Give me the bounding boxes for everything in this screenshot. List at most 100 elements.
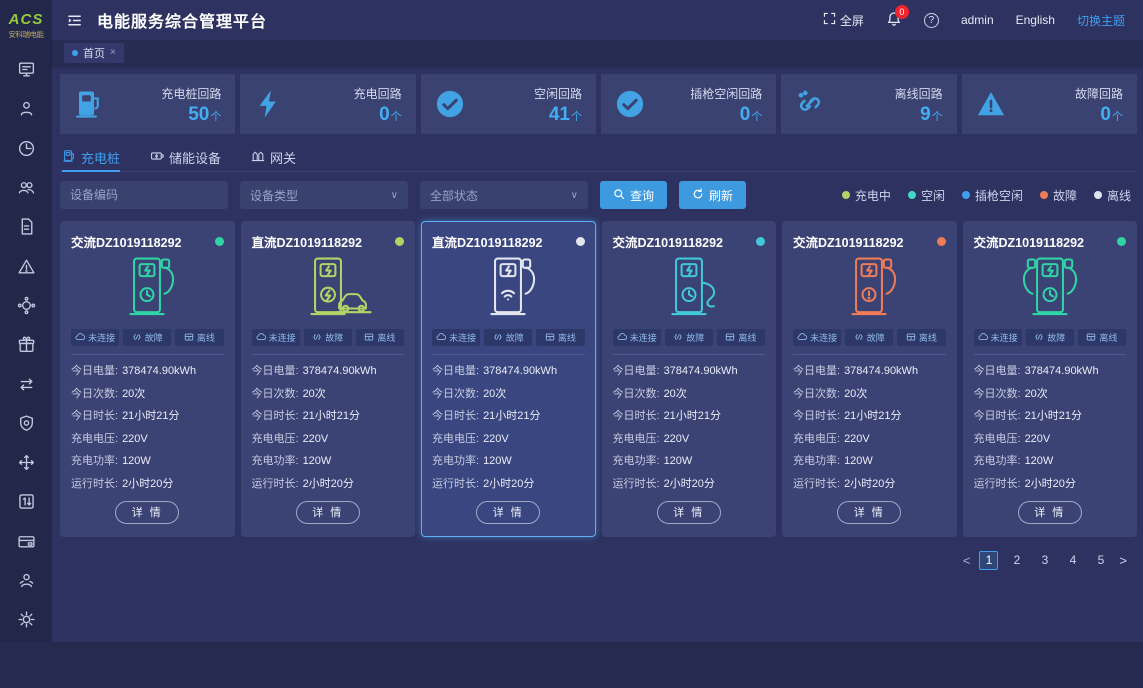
page-number[interactable]: 2 bbox=[1007, 551, 1026, 570]
cloud-icon bbox=[978, 332, 988, 344]
sort-number-icon bbox=[17, 492, 36, 516]
cloud-icon bbox=[436, 332, 447, 344]
refresh-button[interactable]: 刷新 bbox=[679, 181, 747, 209]
status-chips: 未连接 故障 离线 bbox=[973, 329, 1127, 355]
page-number[interactable]: 1 bbox=[979, 551, 999, 570]
sidebar-item-transfer[interactable] bbox=[0, 367, 52, 406]
chip-offline: 离线 bbox=[175, 329, 224, 346]
prev-page-arrow[interactable]: < bbox=[963, 553, 971, 568]
pile-body bbox=[490, 257, 526, 316]
cloud-icon bbox=[256, 332, 266, 344]
detail-button[interactable]: 详 情 bbox=[476, 501, 541, 524]
detail-button[interactable]: 详 情 bbox=[115, 501, 180, 524]
search-button[interactable]: 查询 bbox=[600, 181, 668, 209]
menu-fold-icon[interactable] bbox=[66, 12, 83, 29]
stat-row: 运行时长: 2小时20分 bbox=[612, 477, 715, 490]
sidebar-item-sort[interactable] bbox=[0, 485, 52, 524]
sidebar-item-settings[interactable] bbox=[0, 603, 52, 642]
stat-label: 空闲回路 bbox=[533, 86, 582, 101]
device-title: 交流DZ1019118292 bbox=[973, 236, 1085, 250]
cloud-icon bbox=[617, 332, 627, 344]
broken-link-icon bbox=[1034, 332, 1044, 344]
user-menu[interactable]: admin bbox=[961, 13, 994, 27]
status-select[interactable]: 全部状态 ∨ bbox=[420, 181, 588, 209]
page-number[interactable]: 4 bbox=[1063, 551, 1082, 570]
chip-fault: 故障 bbox=[123, 329, 172, 346]
chip-unconnected: 未连接 bbox=[432, 329, 481, 346]
tag-close-icon[interactable]: × bbox=[110, 47, 116, 58]
stat-row: 今日电量: 378474.90kWh bbox=[612, 365, 738, 377]
pile-body bbox=[671, 257, 707, 316]
device-card[interactable]: 交流DZ1019118292 未连接 故障 离线 今日电量: 378474.90… bbox=[782, 221, 957, 537]
chip-unconnected: 未连接 bbox=[71, 329, 120, 346]
legend-label: 故障 bbox=[1052, 188, 1077, 203]
sidebar-item-move[interactable] bbox=[0, 446, 52, 485]
topbar-actions: 全屏 0 ? admin English 切换主题 bbox=[823, 4, 1125, 30]
stat-row: 充电功率: 120W bbox=[432, 455, 512, 467]
sidebar-item-monitor[interactable] bbox=[0, 53, 52, 92]
legend-dot bbox=[907, 191, 916, 199]
chip-offline: 离线 bbox=[897, 329, 946, 346]
sidebar-item-users[interactable] bbox=[0, 170, 52, 209]
device-tab[interactable]: 储能设备 bbox=[150, 143, 221, 171]
sidebar-item-shield[interactable] bbox=[0, 406, 52, 445]
tab-icon bbox=[251, 149, 265, 166]
detail-button[interactable]: 详 情 bbox=[295, 501, 360, 524]
pile-body bbox=[1032, 257, 1068, 316]
chip-fault: 故障 bbox=[484, 329, 533, 346]
sidebar-item-billing[interactable] bbox=[0, 524, 52, 563]
device-card[interactable]: 交流DZ1019118292 未连接 故障 离线 今日电量: 378474.90… bbox=[60, 221, 235, 537]
language-switch[interactable]: English bbox=[1016, 13, 1055, 27]
stat-row: 运行时长: 2小时20分 bbox=[71, 477, 174, 490]
cloud-icon bbox=[797, 332, 808, 344]
sidebar-item-network[interactable] bbox=[0, 288, 52, 327]
network-icon bbox=[17, 296, 36, 320]
detail-button[interactable]: 详 情 bbox=[837, 501, 902, 524]
page-number[interactable]: 3 bbox=[1035, 551, 1054, 570]
sidebar-item-clock[interactable] bbox=[0, 131, 52, 170]
device-card[interactable]: 直流DZ1019118292 未连接 故障 离线 今日电量: 378474.90… bbox=[421, 221, 596, 537]
status-dot bbox=[214, 237, 224, 246]
help-icon[interactable]: ? bbox=[923, 12, 939, 28]
device-card[interactable]: 交流DZ1019118292 未连接 故障 离线 今日电量: 378474.90… bbox=[601, 221, 776, 537]
device-card[interactable]: 交流DZ1019118292 未连接 故障 离线 今日电量: 378474.90… bbox=[962, 221, 1137, 537]
chevron-down-icon: ∨ bbox=[570, 189, 578, 201]
stat-label: 充电桩回路 bbox=[161, 86, 222, 101]
device-code-input[interactable] bbox=[60, 181, 228, 209]
logo: ACS 安科瑞电能 bbox=[0, 0, 52, 51]
device-stats: 今日电量: 378474.90kWh 今日次数: 20次 今日时长: 21小时21分 … bbox=[974, 355, 1127, 495]
sidebar-item-document[interactable] bbox=[0, 210, 52, 249]
sidebar-item-alert[interactable] bbox=[0, 249, 52, 288]
chip-unconnected: 未连接 bbox=[973, 329, 1022, 346]
broken-link-icon bbox=[493, 332, 503, 344]
next-page-arrow[interactable]: > bbox=[1119, 553, 1127, 568]
chip-fault: 故障 bbox=[1025, 329, 1074, 346]
breadcrumb-tag-home[interactable]: 首页 × bbox=[64, 42, 124, 63]
stat-row: 充电功率: 120W bbox=[251, 455, 332, 467]
page-title: 电能服务综合管理平台 bbox=[97, 14, 268, 31]
card-header: 交流DZ1019118292 bbox=[793, 232, 946, 251]
device-tab[interactable]: 网关 bbox=[251, 143, 296, 171]
stat-row: 今日次数: 20次 bbox=[793, 387, 868, 400]
notification-bell[interactable]: 0 bbox=[886, 4, 909, 30]
charging-pile-illustration bbox=[252, 251, 405, 329]
broken-link-icon bbox=[673, 332, 683, 344]
sidebar-item-user[interactable] bbox=[0, 92, 52, 131]
device-card[interactable]: 直流DZ1019118292 未连接 故障 离线 今日电量: 378474.90… bbox=[240, 221, 415, 537]
status-chips: 未连接 故障 离线 bbox=[251, 329, 405, 355]
sidebar-item-person[interactable] bbox=[0, 563, 52, 602]
detail-button[interactable]: 详 情 bbox=[1017, 501, 1082, 524]
device-tab[interactable]: 充电桩 bbox=[62, 143, 121, 172]
detail-button[interactable]: 详 情 bbox=[656, 501, 721, 524]
status-chips: 未连接 故障 离线 bbox=[612, 329, 766, 355]
sidebar-item-gift[interactable] bbox=[0, 328, 52, 367]
theme-switch-link[interactable]: 切换主题 bbox=[1077, 12, 1125, 29]
chevron-down-icon: ∨ bbox=[390, 189, 398, 201]
stat-card: 插枪空闲回路 0个 bbox=[600, 74, 777, 134]
status-chips: 未连接 故障 离线 bbox=[432, 329, 585, 355]
device-type-select[interactable]: 设备类型 ∨ bbox=[240, 181, 408, 209]
filter-row: 设备类型 ∨ 全部状态 ∨ 查询 刷新 充电中 空闲 bbox=[60, 181, 1137, 209]
device-title: 直流DZ1019118292 bbox=[251, 236, 363, 250]
fullscreen-button[interactable]: 全屏 bbox=[823, 12, 864, 29]
page-number[interactable]: 5 bbox=[1091, 551, 1110, 570]
